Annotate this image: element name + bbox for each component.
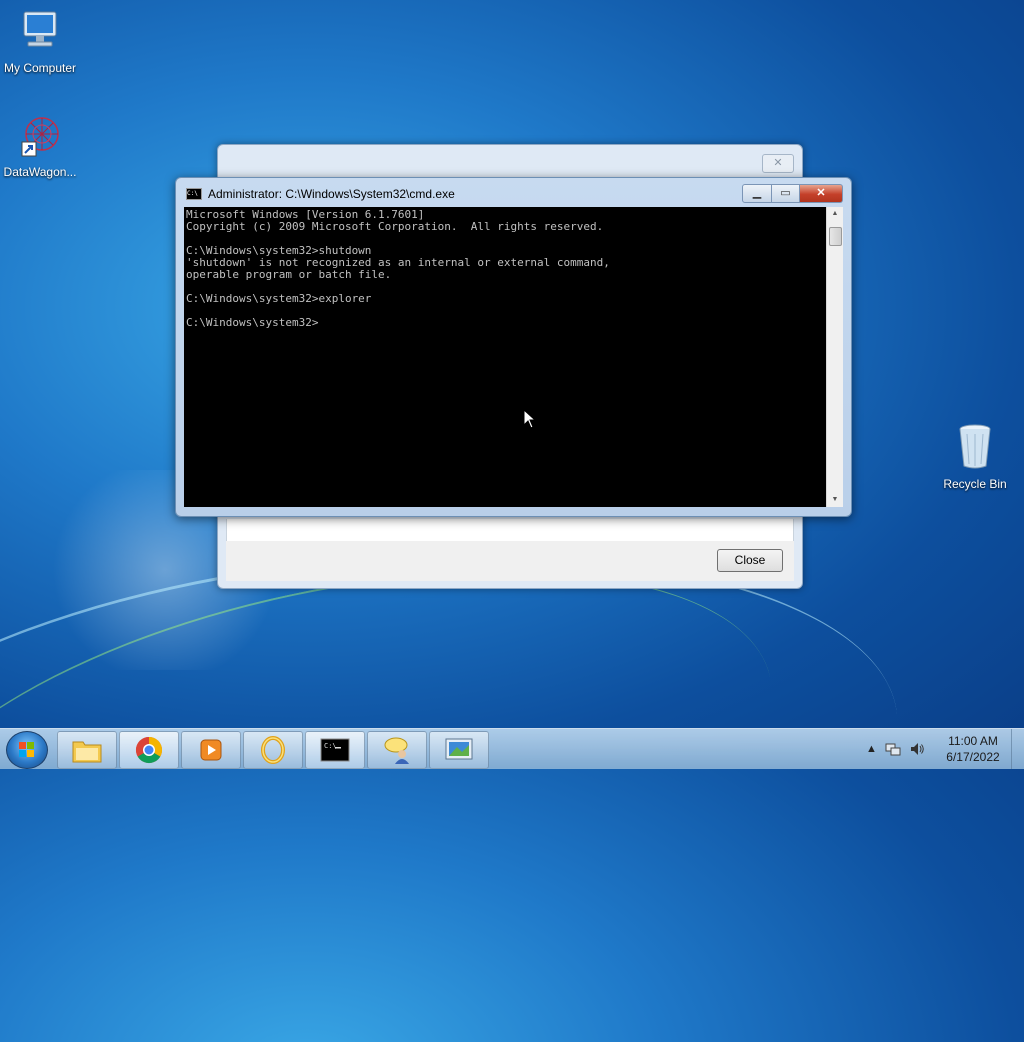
cmd-icon: C:\ [186,188,202,200]
clock-date: 6/17/2022 [946,750,1000,764]
desktop-icon-datawagon[interactable]: DataWagon... [0,112,80,179]
clock[interactable]: 11:00 AM 6/17/2022 [940,733,1006,765]
folder-icon [72,741,102,763]
start-button[interactable] [6,731,48,769]
taskbar-ring-app[interactable] [243,731,303,769]
cmd-window[interactable]: C:\ Administrator: C:\Windows\System32\c… [175,177,852,517]
cmd-titlebar[interactable]: C:\ Administrator: C:\Windows\System32\c… [186,186,455,202]
maximize-icon[interactable]: ▭ [772,184,800,203]
dialog-footer [226,541,794,581]
network-user-icon [384,737,409,764]
taskbar-display-app[interactable] [429,731,489,769]
show-desktop-button[interactable] [1011,729,1024,769]
desktop-icon-label: Recycle Bin [943,477,1007,491]
desktop-icon-recycle-bin[interactable]: Recycle Bin [935,420,1015,491]
close-icon[interactable]: ✕ [800,184,843,203]
datawagon-icon [21,117,59,157]
media-player-icon [200,739,222,761]
vertical-scrollbar[interactable]: ▲ ▼ [826,207,843,507]
cmd-title: Administrator: C:\Windows\System32\cmd.e… [208,187,455,201]
svg-text:C:\: C:\ [324,742,337,750]
network-icon[interactable] [885,741,901,757]
windows-logo-icon [19,742,35,758]
scroll-up-icon[interactable]: ▲ [827,207,843,221]
window-controls: ▁ ▭ ✕ [742,184,843,203]
console-line: C:\Windows\system32> [186,316,319,329]
desktop-icon-label: My Computer [3,61,77,75]
cmd-icon: C:\ [320,738,350,762]
taskbar-media-player[interactable] [181,731,241,769]
dialog-content-area [226,519,794,542]
volume-icon[interactable] [909,741,925,757]
scroll-thumb[interactable] [829,227,842,246]
console-line: C:\Windows\system32>explorer [186,292,372,305]
minimize-icon[interactable]: ▁ [742,184,772,203]
console-line: Copyright (c) 2009 Microsoft Corporation… [186,220,604,233]
scroll-down-icon[interactable]: ▼ [827,493,843,507]
console-output[interactable]: Microsoft Windows [Version 6.1.7601] Cop… [184,207,826,507]
taskbar-command-prompt[interactable]: C:\ [305,731,365,769]
ring-icon [261,736,285,764]
system-tray: ▲ [866,741,925,757]
chrome-icon [135,736,163,764]
dialog-close-icon[interactable]: ✕ [762,154,794,173]
console-line: operable program or batch file. [186,268,392,281]
recycle-bin-icon [959,424,991,469]
display-icon [445,738,473,760]
desktop-icon-label: DataWagon... [3,165,77,179]
computer-icon [23,11,57,47]
clock-time: 11:00 AM [948,734,998,748]
mouse-pointer-icon [523,409,537,429]
taskbar-network-user[interactable] [367,731,427,769]
taskbar: C:\ ▲ 11:00 AM 6/17/2022 [0,728,1024,769]
taskbar-file-explorer[interactable] [57,731,117,769]
close-button[interactable]: Close [717,549,783,572]
show-hidden-icons-icon[interactable]: ▲ [866,743,877,755]
taskbar-chrome[interactable] [119,731,179,769]
desktop-icon-my-computer[interactable]: My Computer [0,8,80,75]
